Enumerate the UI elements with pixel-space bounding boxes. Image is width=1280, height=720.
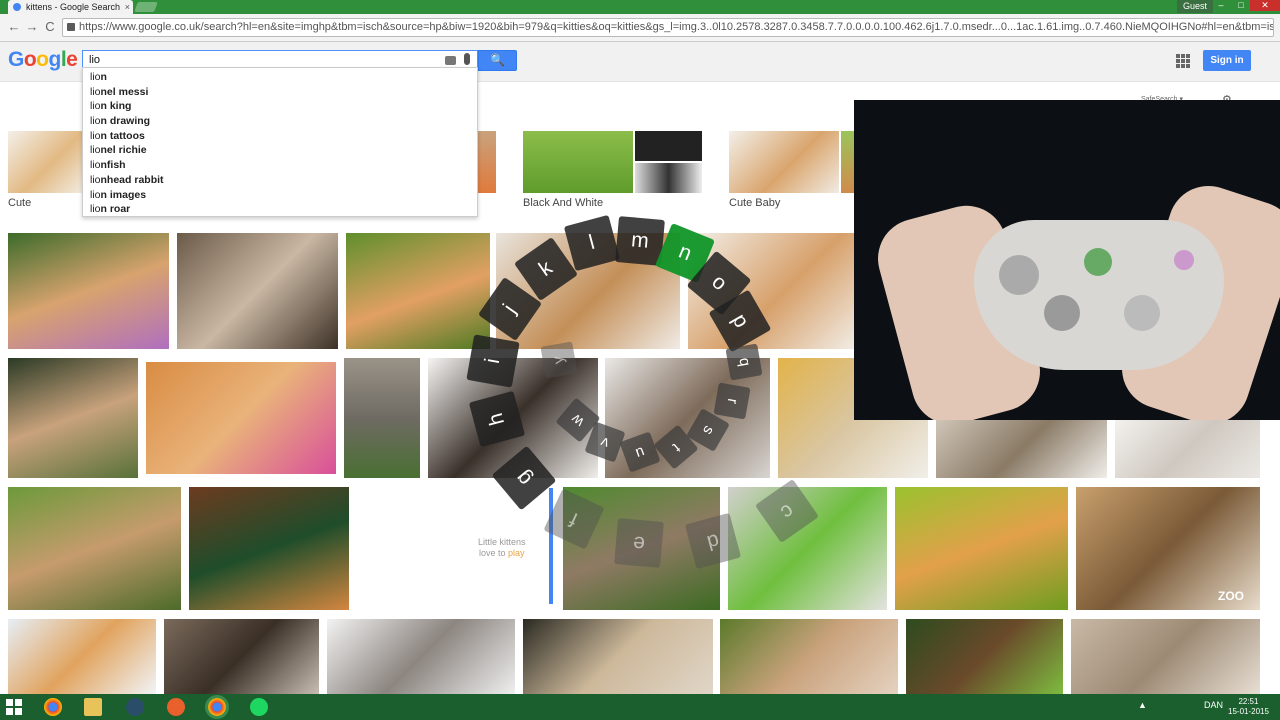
image-result[interactable] xyxy=(8,619,156,694)
search-suggestions: lion lionel messi lion king lion drawing… xyxy=(82,67,478,217)
related-thumb-cute[interactable] xyxy=(8,131,84,193)
guest-profile-button[interactable]: Guest xyxy=(1177,0,1214,13)
image-result[interactable] xyxy=(146,362,336,474)
microphone-icon[interactable] xyxy=(464,53,470,65)
language-indicator[interactable]: DAN xyxy=(1204,700,1223,710)
related-thumb-cute-baby[interactable] xyxy=(729,131,839,193)
suggestion-item[interactable]: lionfish xyxy=(83,158,477,173)
image-result[interactable] xyxy=(8,233,169,349)
radial-key[interactable]: i xyxy=(466,334,520,388)
suggestion-item[interactable]: lionhead rabbit xyxy=(83,173,477,188)
image-result[interactable] xyxy=(346,233,490,349)
forward-button[interactable]: → xyxy=(24,19,40,35)
screen: kittens - Google Search × Guest – □ ✕ ← … xyxy=(0,0,1280,720)
suggestion-item[interactable]: lion xyxy=(83,70,477,85)
windows-taskbar: ▲ DAN 22:51 15-01-2015 xyxy=(0,694,1280,720)
related-thumb[interactable] xyxy=(478,131,496,193)
sign-in-button[interactable]: Sign in xyxy=(1203,50,1251,71)
chrome-icon[interactable] xyxy=(44,698,62,716)
browser-tab-bar: kittens - Google Search × Guest – □ ✕ xyxy=(0,0,1280,14)
logo-letter: g xyxy=(48,48,62,71)
suggestion-item[interactable]: lion roar xyxy=(83,202,477,217)
logo-letter: o xyxy=(36,48,49,71)
image-result[interactable] xyxy=(8,487,181,610)
apps-grid-icon[interactable] xyxy=(1176,54,1190,68)
face-button xyxy=(1174,250,1194,270)
image-accent-bar xyxy=(549,488,553,604)
related-thumb-black-white[interactable] xyxy=(523,131,633,193)
suggestion-item[interactable]: lion king xyxy=(83,99,477,114)
zoo-watermark: ZOO xyxy=(1218,589,1244,603)
related-thumb[interactable] xyxy=(841,131,854,193)
suggestion-item[interactable]: lionel richie xyxy=(83,143,477,158)
image-result[interactable] xyxy=(164,619,319,694)
close-window-button[interactable]: ✕ xyxy=(1250,0,1280,11)
steam-icon[interactable] xyxy=(126,698,144,716)
logo-letter: e xyxy=(66,48,78,71)
radial-key[interactable]: q xyxy=(725,343,763,381)
webcam-overlay xyxy=(854,100,1280,420)
suggestion-item[interactable]: lion tattoos xyxy=(83,129,477,144)
suggestion-item[interactable]: lionel messi xyxy=(83,85,477,100)
logo-letter: G xyxy=(8,48,24,71)
maximize-button[interactable]: □ xyxy=(1230,0,1252,11)
tray-overflow-icon[interactable]: ▲ xyxy=(1138,700,1147,710)
app-icon[interactable] xyxy=(167,698,185,716)
reload-button[interactable]: C xyxy=(42,19,58,35)
image-result[interactable] xyxy=(1071,619,1260,694)
radial-key[interactable]: e xyxy=(614,518,664,568)
clock[interactable]: 22:51 15-01-2015 xyxy=(1228,697,1269,717)
suggestion-item[interactable]: lion drawing xyxy=(83,114,477,129)
google-favicon-icon xyxy=(13,3,21,11)
related-thumb-black-white-2[interactable] xyxy=(635,131,702,161)
suggestion-item[interactable]: lion images xyxy=(83,188,477,203)
address-bar[interactable]: https://www.google.co.uk/search?hl=en&si… xyxy=(62,18,1274,37)
related-thumb-black-white-3[interactable] xyxy=(635,163,702,193)
back-button[interactable]: ← xyxy=(6,19,22,35)
radial-key[interactable]: y xyxy=(540,341,578,379)
related-label-cute[interactable]: Cute xyxy=(8,197,31,209)
tab-kittens[interactable]: kittens - Google Search × xyxy=(8,0,133,14)
image-result[interactable] xyxy=(720,619,898,694)
image-result[interactable] xyxy=(344,358,420,478)
related-label-black-and-white[interactable]: Black And White xyxy=(523,197,603,209)
logo-letter: o xyxy=(23,48,37,71)
little-kittens-caption: Little kittens love to play xyxy=(478,537,526,558)
guide-button xyxy=(1084,248,1112,276)
image-result[interactable] xyxy=(936,420,1107,478)
image-result[interactable] xyxy=(1115,420,1260,478)
search-button[interactable]: 🔍 xyxy=(478,50,517,71)
right-stick xyxy=(1124,295,1160,331)
tab-title: kittens - Google Search xyxy=(26,2,121,12)
file-explorer-icon[interactable] xyxy=(84,698,102,716)
radial-key[interactable]: r xyxy=(713,382,751,420)
minimize-button[interactable]: – xyxy=(1210,0,1232,11)
browser-toolbar: ← → C https://www.google.co.uk/search?hl… xyxy=(0,14,1280,42)
clock-time: 22:51 xyxy=(1238,697,1259,706)
chrome-active-icon[interactable] xyxy=(205,695,229,719)
dpad xyxy=(1044,295,1080,331)
image-result[interactable] xyxy=(177,233,338,349)
address-url: https://www.google.co.uk/search?hl=en&si… xyxy=(79,21,1274,33)
image-result[interactable] xyxy=(906,619,1063,694)
image-result[interactable] xyxy=(8,358,138,478)
spotify-icon[interactable] xyxy=(250,698,268,716)
camera-icon[interactable] xyxy=(445,56,456,65)
image-result[interactable] xyxy=(327,619,515,694)
new-tab-button[interactable] xyxy=(134,2,158,12)
related-label-cute-baby[interactable]: Cute Baby xyxy=(729,197,780,209)
image-result[interactable] xyxy=(895,487,1068,610)
left-stick xyxy=(999,255,1039,295)
clock-date: 15-01-2015 xyxy=(1228,707,1269,716)
start-windows-icon[interactable] xyxy=(6,699,22,715)
lock-icon xyxy=(67,23,75,31)
tab-close-icon[interactable]: × xyxy=(125,0,130,14)
game-controller xyxy=(974,220,1224,370)
image-result[interactable] xyxy=(523,619,713,694)
google-logo[interactable]: Google xyxy=(8,48,78,72)
image-result[interactable] xyxy=(189,487,349,610)
